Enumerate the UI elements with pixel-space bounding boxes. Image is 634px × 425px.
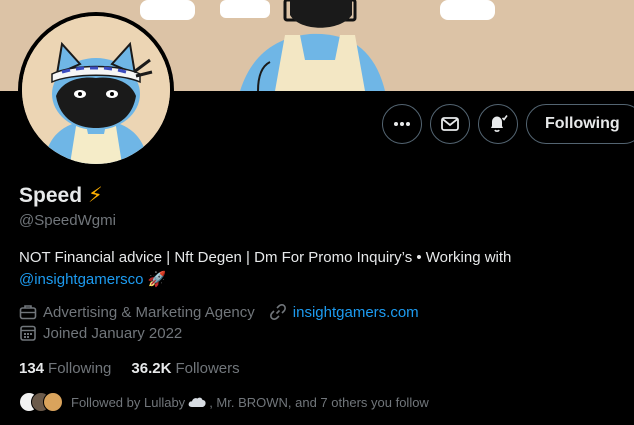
profile-website: insightgamers.com	[269, 303, 419, 321]
followed-by-suffix: , Mr. BROWN, and 7 others you follow	[209, 394, 429, 410]
rocket-emoji: 🚀	[147, 271, 167, 288]
bio-mention-link[interactable]: @insightgamersco	[19, 271, 143, 288]
bio-text: NOT Financial advice | Nft Degen | Dm Fo…	[19, 249, 512, 266]
following-button-label: Following	[545, 115, 620, 132]
lightning-emoji: ⚡	[88, 184, 103, 207]
profile-handle: @SpeedWgmi	[19, 212, 116, 229]
following-button[interactable]: Following	[526, 104, 634, 144]
category-label: Advertising & Marketing Agency	[43, 303, 255, 321]
avatar-cat-image	[22, 16, 170, 164]
follower-avatar	[43, 392, 63, 412]
following-stat-label: Following	[48, 360, 112, 377]
briefcase-icon	[19, 305, 37, 320]
profile-avatar[interactable]	[18, 12, 174, 168]
profile-name: Speed ⚡	[19, 183, 103, 208]
profile-bio: NOT Financial advice | Nft Degen | Dm Fo…	[19, 247, 619, 291]
following-stat[interactable]: 134 Following	[19, 360, 111, 377]
website-link[interactable]: insightgamers.com	[293, 304, 419, 321]
calendar-icon	[20, 325, 36, 341]
profile-category: Advertising & Marketing Agency	[19, 303, 255, 321]
follower-avatars	[19, 392, 63, 412]
link-icon	[269, 304, 286, 320]
profile-meta-row-2: Joined January 2022	[19, 324, 196, 342]
envelope-icon	[441, 117, 459, 131]
profile-joined: Joined January 2022	[19, 324, 182, 342]
followed-by-row[interactable]: Followed by Lullaby , Mr. BROWN, and 7 o…	[19, 392, 429, 412]
joined-label: Joined January 2022	[43, 324, 183, 342]
more-options-button[interactable]	[382, 104, 422, 144]
profile-meta-row-1: Advertising & Marketing Agency insightga…	[19, 303, 433, 321]
followers-stat-label: Followers	[175, 360, 240, 377]
cloud-emoji	[188, 397, 206, 407]
display-name: Speed	[19, 183, 83, 207]
followers-count: 36.2K	[131, 360, 172, 377]
bell-icon	[491, 115, 508, 132]
profile-stats: 134 Following 36.2K Followers	[19, 360, 240, 377]
message-button[interactable]	[430, 104, 470, 144]
more-icon	[394, 122, 410, 126]
followers-stat[interactable]: 36.2K Followers	[131, 360, 239, 377]
following-count: 134	[19, 360, 45, 377]
notifications-button[interactable]	[478, 104, 518, 144]
followed-by-prefix: Followed by Lullaby	[71, 394, 186, 410]
